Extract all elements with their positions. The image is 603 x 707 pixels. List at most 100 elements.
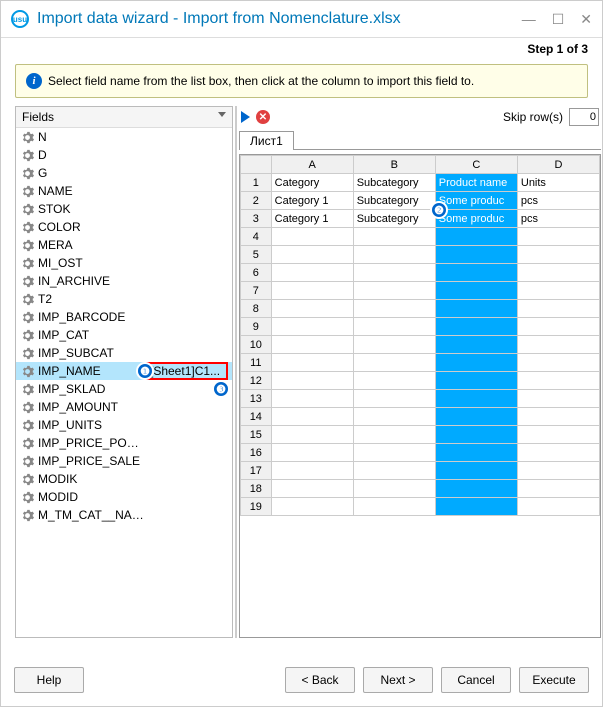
grid-cell[interactable]: [517, 372, 599, 390]
col-header[interactable]: D: [517, 156, 599, 174]
row-header[interactable]: 17: [241, 462, 272, 480]
skip-rows-input[interactable]: [569, 108, 599, 126]
grid-cell[interactable]: [353, 498, 435, 516]
minimize-button[interactable]: —: [522, 11, 536, 28]
field-row[interactable]: IMP_AMOUNT: [16, 398, 232, 416]
grid-cell[interactable]: [517, 246, 599, 264]
grid-cell[interactable]: [435, 372, 517, 390]
col-header[interactable]: B: [353, 156, 435, 174]
grid-cell[interactable]: Subcategory: [353, 174, 435, 192]
field-row[interactable]: MODID: [16, 488, 232, 506]
grid-cell[interactable]: [517, 318, 599, 336]
row-header[interactable]: 18: [241, 480, 272, 498]
grid-cell[interactable]: [517, 462, 599, 480]
grid-cell[interactable]: [271, 300, 353, 318]
grid-cell[interactable]: [271, 498, 353, 516]
grid-cell[interactable]: [517, 300, 599, 318]
grid-cell[interactable]: Category 1: [271, 210, 353, 228]
grid-cell[interactable]: [435, 336, 517, 354]
grid-cell[interactable]: [353, 462, 435, 480]
grid-cell[interactable]: Category: [271, 174, 353, 192]
fields-header[interactable]: Fields: [16, 107, 232, 128]
row-header[interactable]: 1: [241, 174, 272, 192]
field-row[interactable]: IMP_CAT: [16, 326, 232, 344]
grid-cell[interactable]: [517, 354, 599, 372]
grid-cell[interactable]: [353, 282, 435, 300]
grid-cell[interactable]: Subcategory: [353, 210, 435, 228]
grid-cell[interactable]: [271, 228, 353, 246]
field-row[interactable]: IMP_PRICE_POKUP: [16, 434, 232, 452]
row-header[interactable]: 16: [241, 444, 272, 462]
grid-cell[interactable]: [353, 318, 435, 336]
maximize-button[interactable]: ☐: [552, 11, 565, 28]
cancel-button[interactable]: Cancel: [441, 667, 511, 693]
field-row[interactable]: T2: [16, 290, 232, 308]
preview-grid[interactable]: ABCD1CategorySubcategoryProduct nameUnit…: [240, 155, 600, 516]
field-row[interactable]: IMP_BARCODE: [16, 308, 232, 326]
grid-cell[interactable]: pcs: [517, 210, 599, 228]
grid-cell[interactable]: [353, 336, 435, 354]
grid-cell[interactable]: [517, 336, 599, 354]
grid-cell[interactable]: [435, 462, 517, 480]
grid-cell[interactable]: [353, 390, 435, 408]
grid-cell[interactable]: [435, 264, 517, 282]
grid-cell[interactable]: [435, 426, 517, 444]
grid-cell[interactable]: [353, 444, 435, 462]
field-list[interactable]: NDGNAMESTOKCOLORMERAMI_OSTIN_ARCHIVET2IM…: [16, 128, 232, 637]
grid-cell[interactable]: [435, 408, 517, 426]
field-row[interactable]: M_TM_CAT__NAME: [16, 506, 232, 524]
grid-cell[interactable]: [271, 282, 353, 300]
field-row[interactable]: G: [16, 164, 232, 182]
grid-cell[interactable]: [271, 246, 353, 264]
grid-cell[interactable]: [271, 318, 353, 336]
grid-cell[interactable]: [435, 282, 517, 300]
field-row[interactable]: COLOR: [16, 218, 232, 236]
row-header[interactable]: 9: [241, 318, 272, 336]
grid-cell[interactable]: [435, 498, 517, 516]
row-header[interactable]: 12: [241, 372, 272, 390]
grid-cell[interactable]: [271, 372, 353, 390]
grid-cell[interactable]: [517, 390, 599, 408]
grid-cell[interactable]: [353, 408, 435, 426]
execute-button[interactable]: Execute: [519, 667, 589, 693]
grid-cell[interactable]: [353, 300, 435, 318]
grid-cell[interactable]: [435, 318, 517, 336]
grid-cell[interactable]: [517, 480, 599, 498]
col-header[interactable]: C: [435, 156, 517, 174]
row-header[interactable]: 7: [241, 282, 272, 300]
row-header[interactable]: 10: [241, 336, 272, 354]
row-header[interactable]: 5: [241, 246, 272, 264]
play-icon[interactable]: [241, 111, 250, 123]
row-header[interactable]: 11: [241, 354, 272, 372]
grid-cell[interactable]: [435, 480, 517, 498]
field-row[interactable]: IMP_SUBCAT: [16, 344, 232, 362]
field-row[interactable]: IMP_NAME❶[Sheet1]C1...: [16, 362, 232, 380]
grid-cell[interactable]: [435, 300, 517, 318]
field-row[interactable]: D: [16, 146, 232, 164]
grid-scroll[interactable]: ABCD1CategorySubcategoryProduct nameUnit…: [239, 154, 601, 638]
row-header[interactable]: 14: [241, 408, 272, 426]
grid-cell[interactable]: [435, 246, 517, 264]
field-row[interactable]: NAME: [16, 182, 232, 200]
grid-cell[interactable]: [271, 336, 353, 354]
grid-cell[interactable]: [353, 480, 435, 498]
grid-cell[interactable]: [271, 390, 353, 408]
help-button[interactable]: Help: [14, 667, 84, 693]
row-header[interactable]: 15: [241, 426, 272, 444]
field-row[interactable]: MI_OST: [16, 254, 232, 272]
grid-cell[interactable]: [517, 498, 599, 516]
grid-cell[interactable]: [435, 228, 517, 246]
col-header[interactable]: A: [271, 156, 353, 174]
field-row[interactable]: N: [16, 128, 232, 146]
close-button[interactable]: ✕: [580, 11, 592, 28]
field-row[interactable]: MODIK: [16, 470, 232, 488]
row-header[interactable]: 19: [241, 498, 272, 516]
grid-cell[interactable]: [353, 246, 435, 264]
grid-cell[interactable]: [435, 390, 517, 408]
grid-cell[interactable]: Subcategory: [353, 192, 435, 210]
grid-cell[interactable]: [517, 444, 599, 462]
field-row[interactable]: MERA: [16, 236, 232, 254]
grid-cell[interactable]: Units: [517, 174, 599, 192]
grid-cell[interactable]: [271, 444, 353, 462]
grid-cell[interactable]: [517, 426, 599, 444]
